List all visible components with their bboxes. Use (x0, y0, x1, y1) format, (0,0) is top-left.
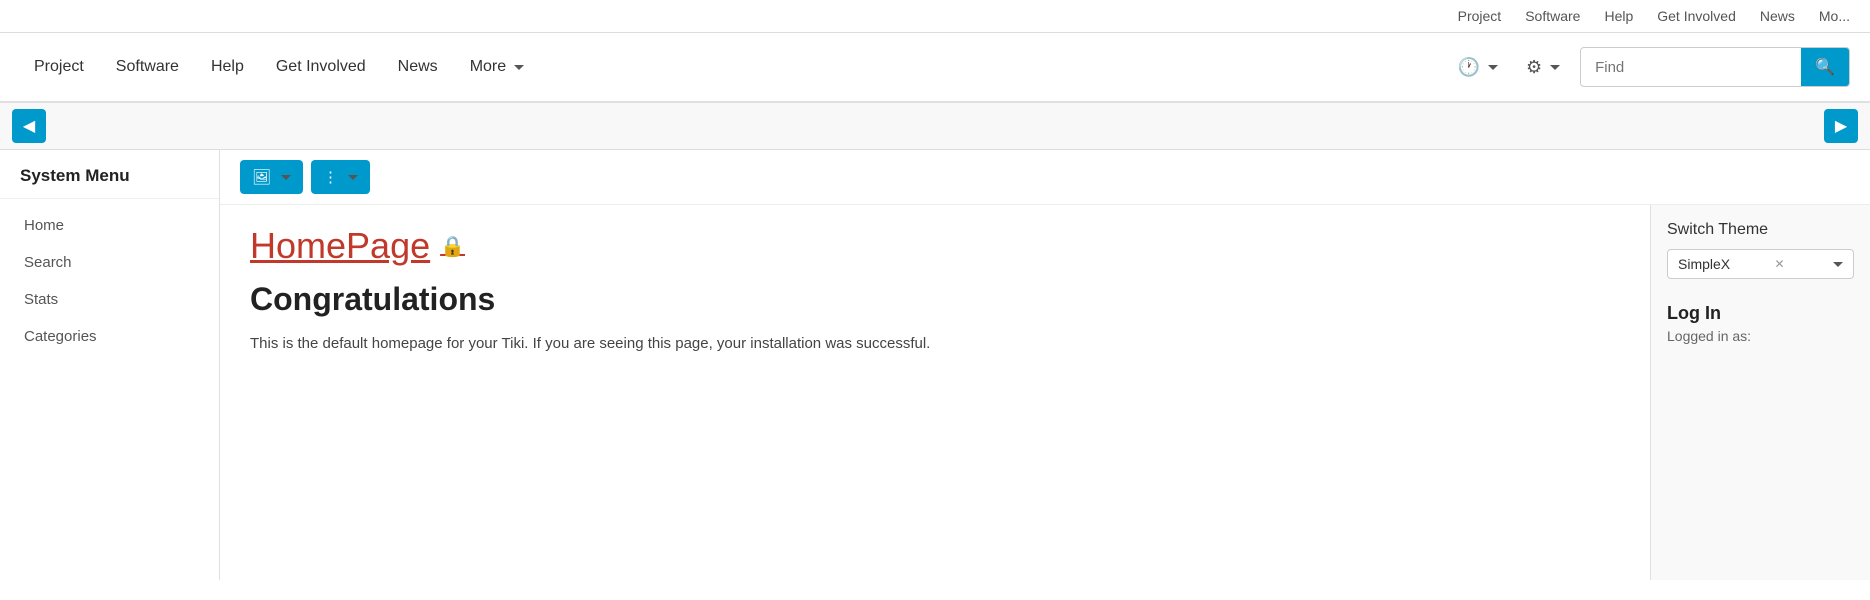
sidebar-toggle-left-button[interactable]: ◀ (12, 109, 46, 143)
log-in-section: Log In Logged in as: (1667, 303, 1854, 344)
switch-theme-label: Switch Theme (1667, 221, 1854, 239)
action-bar: 🖼 ⋮ (220, 150, 1870, 205)
log-in-title: Log In (1667, 303, 1854, 324)
image-btn-chevron-icon (281, 175, 291, 180)
gear-button[interactable]: ⚙ (1518, 51, 1568, 84)
theme-value: SimpleX (1678, 256, 1730, 272)
search-icon: 🔍 (1815, 59, 1835, 76)
switch-theme-section: Switch Theme SimpleX ✕ (1667, 221, 1854, 279)
nav-more-chevron-icon (514, 65, 524, 70)
page-title[interactable]: HomePage 🔒 (250, 225, 1620, 267)
search-input[interactable] (1581, 51, 1801, 84)
sidebar-item-search[interactable]: Search (0, 244, 219, 281)
nav-get-involved[interactable]: Get Involved (262, 50, 380, 84)
theme-select-x-icon: ✕ (1775, 257, 1785, 271)
page-body: HomePage 🔒 Congratulations This is the d… (220, 205, 1870, 580)
image-icon: 🖼 (252, 168, 271, 186)
nav-more-dropdown[interactable]: More (456, 50, 538, 84)
top-nav-more[interactable]: Mo... (1819, 8, 1850, 24)
page-action-more-button[interactable]: ⋮ (311, 160, 370, 194)
sidebar-item-categories[interactable]: Categories (0, 318, 219, 355)
more-btn-chevron-icon (348, 175, 358, 180)
top-bar: Project Software Help Get Involved News … (0, 0, 1870, 33)
main-content: HomePage 🔒 Congratulations This is the d… (220, 205, 1650, 580)
clock-icon: 🕐 (1458, 57, 1480, 78)
page-title-text: HomePage (250, 225, 430, 267)
nav-news[interactable]: News (384, 50, 452, 84)
search-button[interactable]: 🔍 (1801, 48, 1849, 86)
nav-software[interactable]: Software (102, 50, 193, 84)
main-nav-links: Project Software Help Get Involved News … (20, 50, 1450, 84)
top-nav-software[interactable]: Software (1525, 8, 1580, 24)
clock-button[interactable]: 🕐 (1450, 51, 1506, 84)
sidebar-toggle-bar: ◀ ▶ (0, 103, 1870, 150)
more-icon: ⋮ (323, 168, 338, 186)
right-panel: Switch Theme SimpleX ✕ Log In Logged in … (1650, 205, 1870, 580)
sidebar-toggle-right-button[interactable]: ▶ (1824, 109, 1858, 143)
nav-project[interactable]: Project (20, 50, 98, 84)
gear-chevron-icon (1550, 65, 1560, 70)
search-box: 🔍 (1580, 47, 1850, 87)
main-wrapper: 🖼 ⋮ HomePage 🔒 Congratulations This is t… (220, 150, 1870, 580)
main-nav: Project Software Help Get Involved News … (0, 33, 1870, 103)
nav-more-label: More (470, 58, 506, 76)
top-nav-help[interactable]: Help (1604, 8, 1633, 24)
content-area: System Menu Home Search Stats Categories… (0, 150, 1870, 580)
nav-help[interactable]: Help (197, 50, 258, 84)
toggle-right-icon: ▶ (1835, 116, 1847, 136)
nav-icons: 🕐 ⚙ (1450, 51, 1569, 84)
congrats-text: This is the default homepage for your Ti… (250, 332, 950, 356)
sidebar-title: System Menu (0, 150, 219, 199)
sidebar-menu: Home Search Stats Categories (0, 199, 219, 363)
theme-select-chevron-icon (1833, 262, 1843, 267)
congrats-title: Congratulations (250, 281, 1620, 318)
clock-chevron-icon (1488, 65, 1498, 70)
logged-in-as-label: Logged in as: (1667, 328, 1854, 344)
top-nav-news[interactable]: News (1760, 8, 1795, 24)
theme-select[interactable]: SimpleX ✕ (1667, 249, 1854, 279)
top-nav-project[interactable]: Project (1458, 8, 1502, 24)
gear-icon: ⚙ (1526, 57, 1542, 78)
sidebar: System Menu Home Search Stats Categories (0, 150, 220, 580)
toggle-left-icon: ◀ (23, 116, 35, 136)
sidebar-item-home[interactable]: Home (0, 207, 219, 244)
top-nav-get-involved[interactable]: Get Involved (1657, 8, 1736, 24)
lock-icon: 🔒 (440, 234, 465, 259)
sidebar-item-stats[interactable]: Stats (0, 281, 219, 318)
page-action-image-button[interactable]: 🖼 (240, 160, 303, 194)
